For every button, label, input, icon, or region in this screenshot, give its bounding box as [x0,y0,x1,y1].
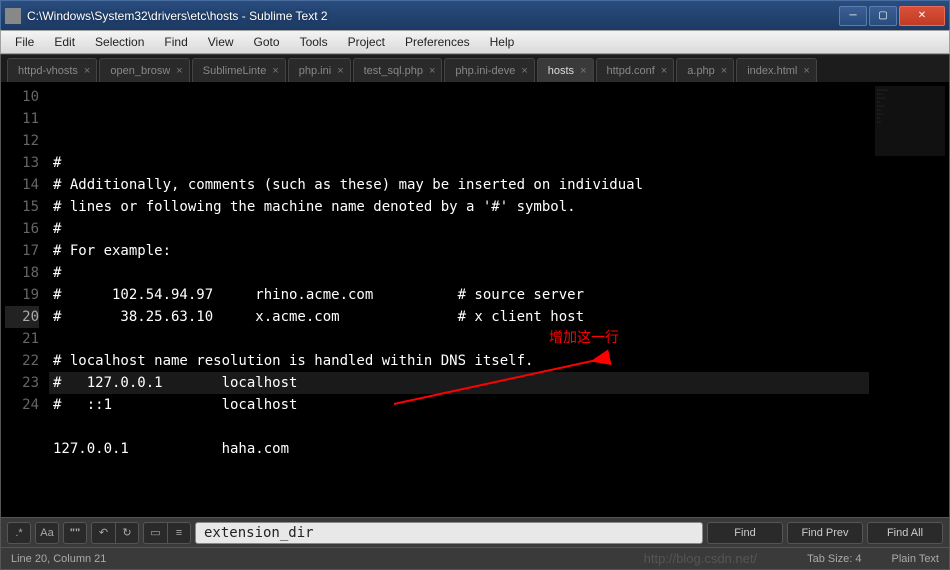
close-icon[interactable]: × [272,65,278,77]
window-titlebar: C:\Windows\System32\drivers\etc\hosts - … [0,0,950,30]
tab-label: a.php [687,65,715,77]
menu-bar: FileEditSelectionFindViewGotoToolsProjec… [0,30,950,54]
menu-file[interactable]: File [5,32,44,52]
close-icon[interactable]: × [803,65,809,77]
close-icon[interactable]: × [337,65,343,77]
find-all-button[interactable]: Find All [867,522,943,544]
tab-strip: httpd-vhosts×open_brosw×SublimeLinte×php… [1,54,949,82]
tab-hosts[interactable]: hosts × [537,58,594,82]
code-line[interactable]: # localhost name resolution is handled w… [49,350,869,372]
tab-label: index.html [747,65,797,77]
menu-selection[interactable]: Selection [85,32,154,52]
regex-toggle[interactable]: .* [7,522,31,544]
menu-view[interactable]: View [198,32,244,52]
code-line[interactable]: # Additionally, comments (such as these)… [49,174,869,196]
close-icon[interactable]: × [176,65,182,77]
wrap-toggle[interactable]: ↻ [115,522,139,544]
annotation-text: 增加这一行 [549,326,619,348]
tab-label: httpd.conf [607,65,655,77]
minimap-thumb: ▪▪▪▪▪▪▪▪▪▪▪▪▪▪▪▪▪▪▪▪▪▪▪▪▪▪▪▪▪▪▪▪▪▪▪▪▪▪▪▪… [875,86,945,156]
app-icon [5,8,21,24]
code-line[interactable]: # [49,152,869,174]
close-icon[interactable]: × [429,65,435,77]
whole-word-toggle[interactable]: "" [63,522,87,544]
minimize-button[interactable]: ─ [839,6,867,26]
syntax-mode[interactable]: Plain Text [892,553,940,565]
menu-tools[interactable]: Tools [290,32,338,52]
close-icon[interactable]: × [721,65,727,77]
code-line[interactable]: # 127.0.0.1 localhost [49,372,869,394]
tab-httpd-vhosts[interactable]: httpd-vhosts × [7,58,97,82]
code-line[interactable]: # 38.25.63.10 x.acme.com # x client host [49,306,869,328]
tab-httpd-conf[interactable]: httpd.conf × [596,58,675,82]
code-line[interactable]: # ::1 localhost [49,394,869,416]
close-icon[interactable]: × [661,65,667,77]
maximize-button[interactable]: ▢ [869,6,897,26]
close-button[interactable]: ✕ [899,6,945,26]
reverse-toggle[interactable]: ↶ [91,522,115,544]
tab-label: open_brosw [110,65,170,77]
tab-open-brosw[interactable]: open_brosw × [99,58,189,82]
close-icon[interactable]: × [521,65,527,77]
status-bar: Line 20, Column 21 http://blog.csdn.net/… [1,547,949,569]
code-area[interactable]: ## Additionally, comments (such as these… [49,82,869,517]
tab-label: SublimeLinte [203,65,267,77]
tab-label: httpd-vhosts [18,65,78,77]
line-gutter: 101112131415161718192021222324 [1,82,49,517]
tab-a-php[interactable]: a.php × [676,58,734,82]
menu-find[interactable]: Find [154,32,197,52]
case-toggle[interactable]: Aa [35,522,59,544]
tab-label: php.ini [299,65,331,77]
tab-sublimelinte[interactable]: SublimeLinte × [192,58,286,82]
menu-goto[interactable]: Goto [244,32,290,52]
minimap[interactable]: ▪▪▪▪▪▪▪▪▪▪▪▪▪▪▪▪▪▪▪▪▪▪▪▪▪▪▪▪▪▪▪▪▪▪▪▪▪▪▪▪… [869,82,949,517]
tab-php-ini-deve[interactable]: php.ini-deve × [444,58,534,82]
window-title: C:\Windows\System32\drivers\etc\hosts - … [27,9,839,23]
tab-php-ini[interactable]: php.ini × [288,58,351,82]
watermark: http://blog.csdn.net/ [644,551,757,566]
code-line[interactable]: # [49,218,869,240]
menu-edit[interactable]: Edit [44,32,85,52]
in-selection-toggle[interactable]: ▭ [143,522,167,544]
tab-index-html[interactable]: index.html × [736,58,817,82]
find-bar: .* Aa "" ↶ ↻ ▭ ≡ Find Find Prev Find All [1,517,949,547]
code-line[interactable] [49,460,869,482]
code-line[interactable]: # For example: [49,240,869,262]
code-line[interactable] [49,416,869,438]
code-line[interactable]: # 102.54.94.97 rhino.acme.com # source s… [49,284,869,306]
cursor-position: Line 20, Column 21 [11,553,106,565]
find-input[interactable] [195,522,703,544]
menu-help[interactable]: Help [480,32,525,52]
tab-label: hosts [548,65,574,77]
find-prev-button[interactable]: Find Prev [787,522,863,544]
tab-label: test_sql.php [364,65,423,77]
close-icon[interactable]: × [580,65,586,77]
find-button[interactable]: Find [707,522,783,544]
tab-size[interactable]: Tab Size: 4 [807,553,861,565]
close-icon[interactable]: × [84,65,90,77]
code-line[interactable]: # lines or following the machine name de… [49,196,869,218]
menu-preferences[interactable]: Preferences [395,32,480,52]
menu-project[interactable]: Project [338,32,395,52]
code-line[interactable]: # [49,262,869,284]
tab-label: php.ini-deve [455,65,515,77]
highlight-toggle[interactable]: ≡ [167,522,191,544]
code-line[interactable]: 127.0.0.1 haha.com [49,438,869,460]
code-line[interactable] [49,328,869,350]
editor[interactable]: 101112131415161718192021222324 ## Additi… [1,82,949,517]
tab-test-sql-php[interactable]: test_sql.php × [353,58,443,82]
